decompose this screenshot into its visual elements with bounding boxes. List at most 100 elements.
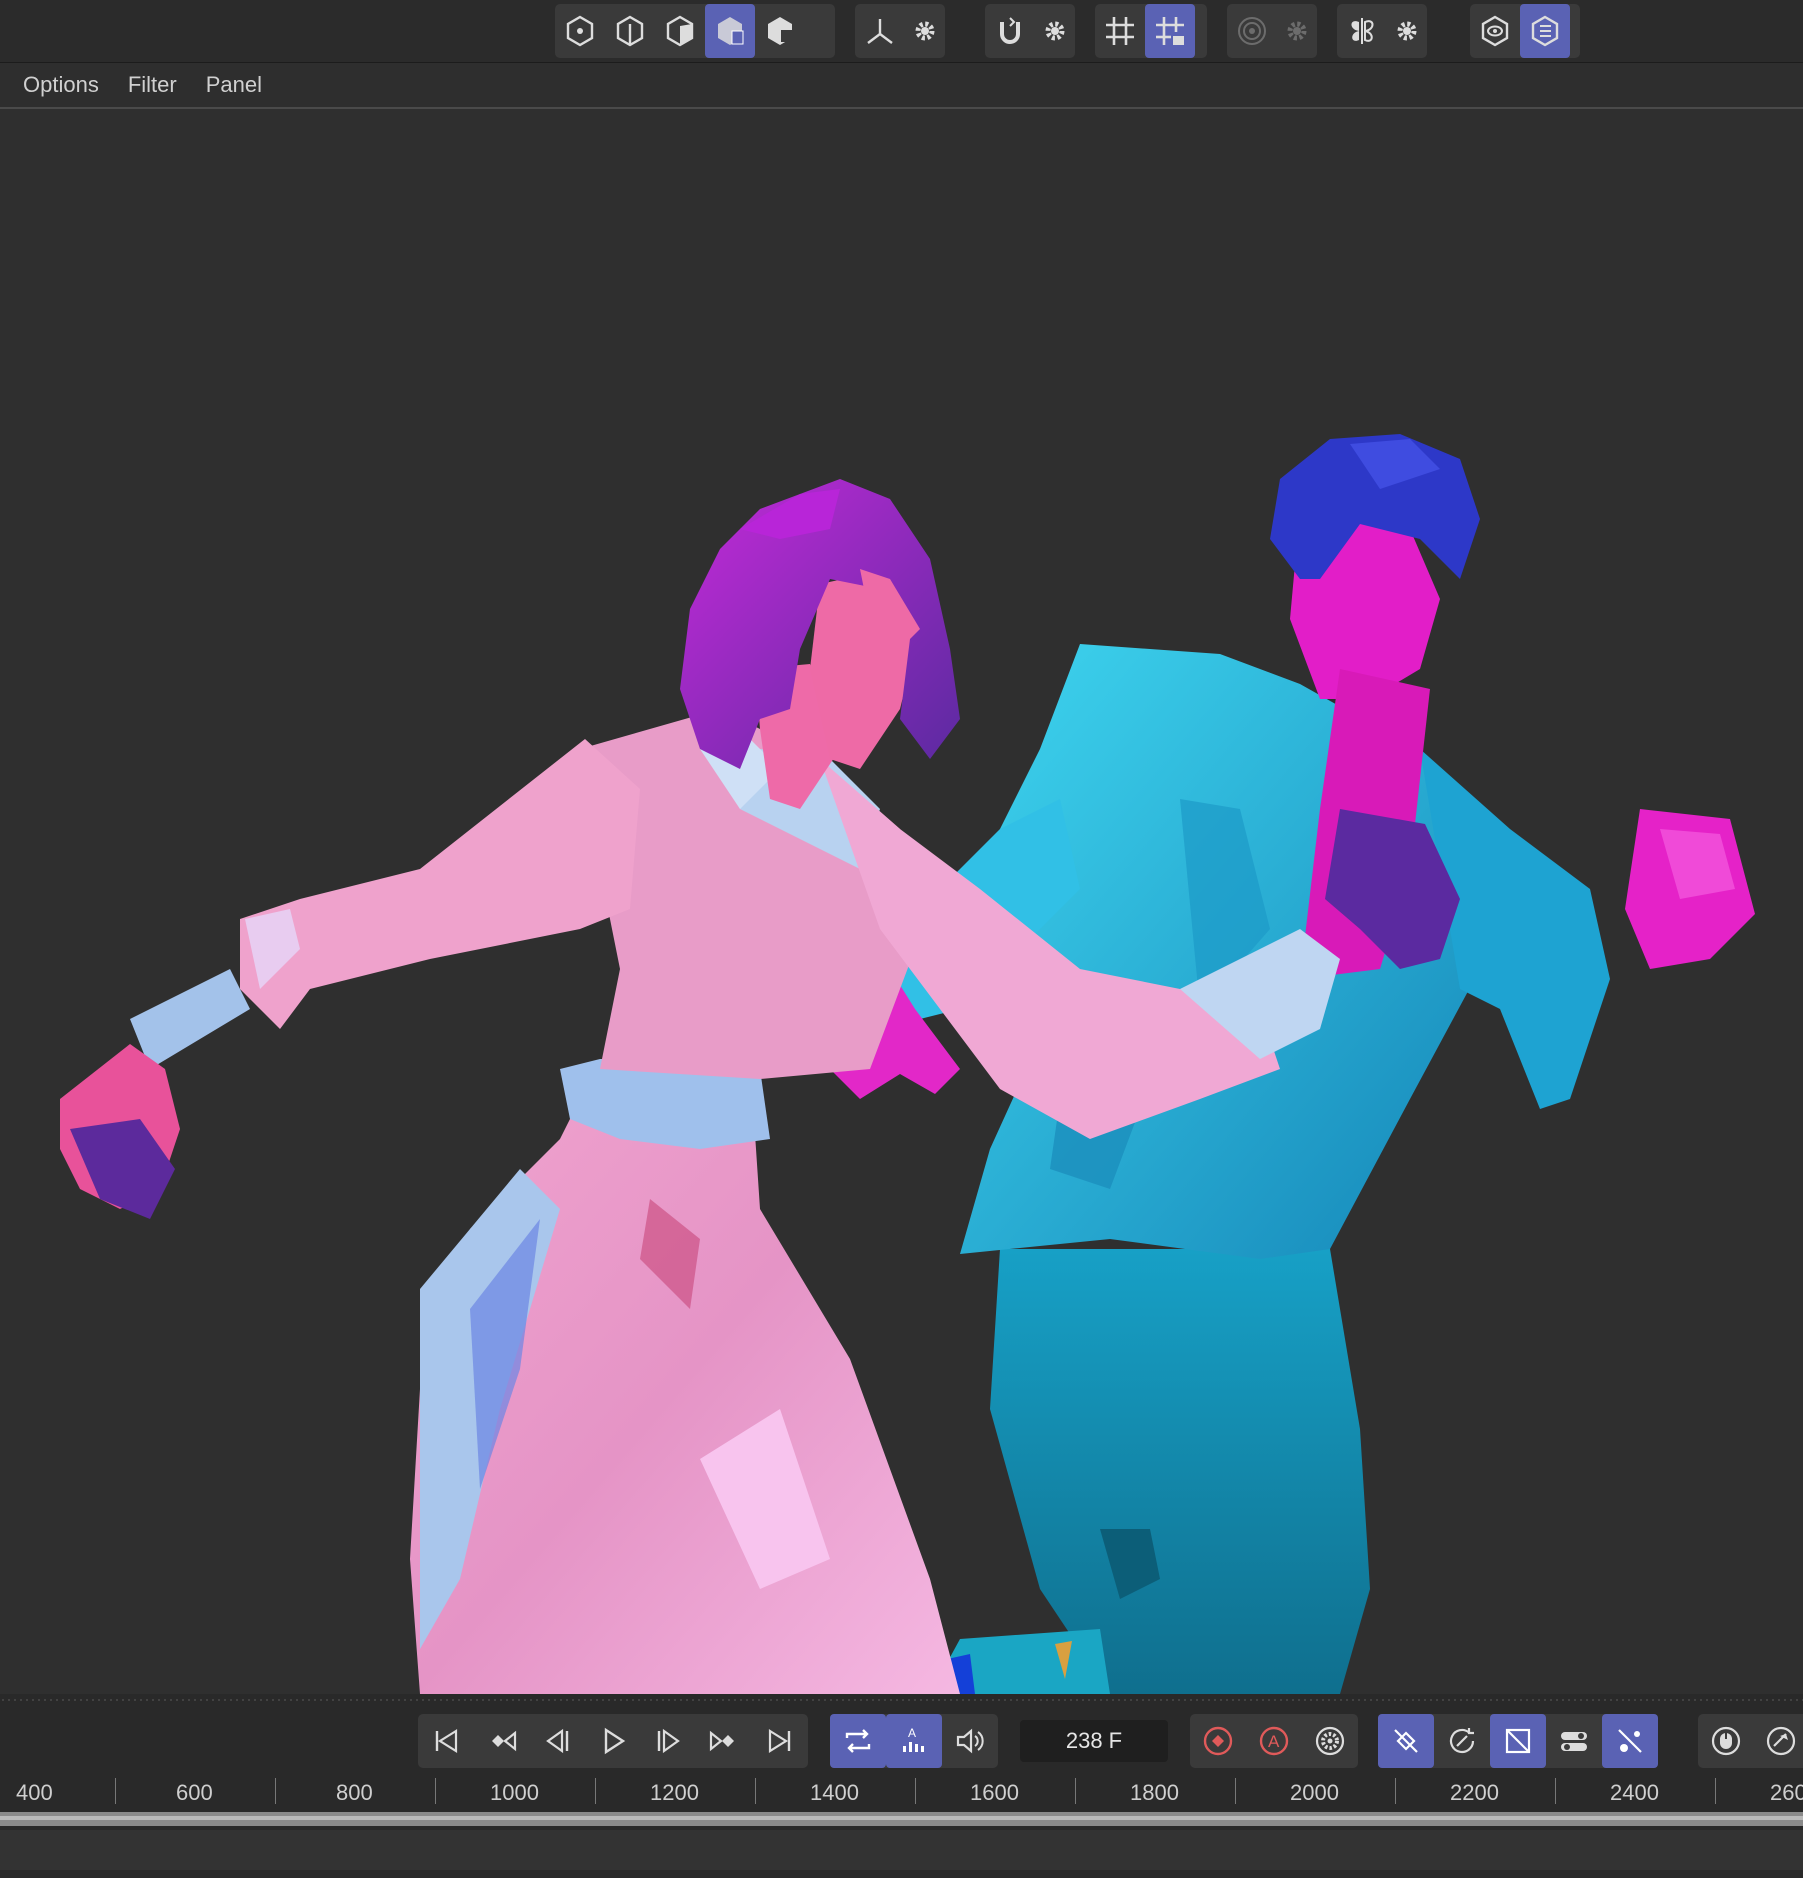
workplane-grid-button[interactable] [1095,4,1145,58]
menu-options[interactable]: Options [23,72,99,98]
polygons-mode-button[interactable] [655,4,705,58]
key-rotation-icon [1449,1728,1475,1754]
panel-divider[interactable] [0,1698,1803,1702]
ruler-tick [1715,1778,1716,1804]
autokey-button[interactable]: A [1246,1714,1302,1768]
ruler-tick-label: 400 [16,1780,53,1805]
svg-text:A: A [908,1726,916,1740]
timeline-curve-icon [1766,1726,1795,1756]
grid-group [1095,4,1207,58]
model-mode-button[interactable] [705,4,755,58]
viewport-eye-icon [1481,15,1509,47]
settings-gear-icon [1287,21,1307,41]
key-scale-icon [1505,1728,1531,1754]
next-frame-button[interactable] [641,1714,697,1768]
snap-settings-button[interactable] [1035,4,1075,58]
keying-settings-button[interactable] [1302,1714,1358,1768]
settings-gear-icon [1045,21,1065,41]
record-active-objects-button[interactable] [1190,1714,1246,1768]
ruler-tick-label: 1600 [970,1780,1019,1805]
timeline-ruler[interactable]: 400 600 800 1000 1200 1400 1600 1800 200… [0,1772,1803,1812]
mouse-capture-button[interactable] [1698,1714,1753,1768]
axis-button[interactable] [855,4,905,58]
viewport-menubar: Options Filter Panel [0,63,1803,109]
ruler-tick [755,1778,756,1804]
menu-panel[interactable]: Panel [206,72,262,98]
symmetry-butterfly-icon [1351,18,1374,44]
locked-workplane-button[interactable] [1145,4,1195,58]
edges-mode-icon [616,15,644,47]
ruler-tick-label: 260 [1770,1780,1803,1805]
ruler-tick-label: 1800 [1130,1780,1179,1805]
playback-rate-button[interactable]: A [886,1714,942,1768]
selection-mode-group [555,4,835,58]
polygons-mode-icon [666,15,694,47]
key-scale-button[interactable] [1490,1714,1546,1768]
go-to-start-button[interactable] [418,1714,474,1768]
axis-group [855,4,945,58]
loop-icon [845,1729,871,1753]
texture-mode-icon [768,17,793,45]
solo-target-icon [1238,17,1266,45]
key-position-button[interactable] [1378,1714,1434,1768]
key-parameter-button[interactable] [1546,1714,1602,1768]
locked-workplane-icon [1156,17,1184,45]
settings-gear-icon [1397,21,1417,41]
ruler-tick [1555,1778,1556,1804]
play-button[interactable] [585,1714,641,1768]
sound-button[interactable] [942,1714,998,1768]
next-key-icon [710,1730,735,1752]
settings-gear-icon [915,21,935,41]
symmetry-group [1337,4,1427,58]
points-mode-icon [566,15,594,47]
key-rotation-button[interactable] [1434,1714,1490,1768]
ruler-tick-label: 1400 [810,1780,859,1805]
dope-sheet-button[interactable] [1753,1714,1803,1768]
timeline-scrubber[interactable] [0,1812,1803,1826]
model-mode-icon [718,17,744,45]
ruler-tick [115,1778,116,1804]
key-point-level-button[interactable] [1602,1714,1658,1768]
snap-group [985,4,1075,58]
step-back-icon [546,1728,569,1754]
top-toolbar [0,0,1803,63]
solo-settings-button[interactable] [1277,4,1317,58]
toggle-parameter-icon [1561,1732,1587,1751]
male-dancer-figure [825,434,1755,1694]
3d-viewport[interactable] [0,109,1803,1694]
display-filter-button[interactable] [1520,4,1570,58]
next-keyframe-button[interactable] [697,1714,753,1768]
speaker-icon [956,1728,984,1754]
magnet-snap-icon [1000,17,1020,44]
edges-mode-button[interactable] [605,4,655,58]
record-controls: A [1190,1714,1358,1768]
loop-button[interactable] [830,1714,886,1768]
autokey-icon: A [1259,1726,1289,1756]
viewport-scene [60,434,1755,1694]
playback-options: A [830,1714,998,1768]
ruler-tick-label: 2000 [1290,1780,1339,1805]
menu-filter[interactable]: Filter [128,72,177,98]
go-to-end-button[interactable] [752,1714,808,1768]
axis-settings-button[interactable] [905,4,945,58]
ruler-tick-label: 800 [336,1780,373,1805]
symmetry-settings-button[interactable] [1387,4,1427,58]
previous-keyframe-button[interactable] [474,1714,530,1768]
texture-mode-button[interactable] [755,4,805,58]
misc-controls [1698,1714,1803,1768]
ruler-tick-label: 1200 [650,1780,699,1805]
current-frame-field[interactable]: 238 F [1020,1720,1168,1762]
ruler-tick-label: 2400 [1610,1780,1659,1805]
symmetry-button[interactable] [1337,4,1387,58]
timeline-track[interactable] [0,1830,1803,1870]
step-forward-icon [657,1728,680,1754]
ruler-tick [435,1778,436,1804]
viewport-eye-button[interactable] [1470,4,1520,58]
play-icon [604,1727,626,1755]
points-mode-button[interactable] [555,4,605,58]
previous-frame-button[interactable] [529,1714,585,1768]
snap-button[interactable] [985,4,1035,58]
ruler-tick [1395,1778,1396,1804]
solo-button[interactable] [1227,4,1277,58]
solo-group [1227,4,1317,58]
